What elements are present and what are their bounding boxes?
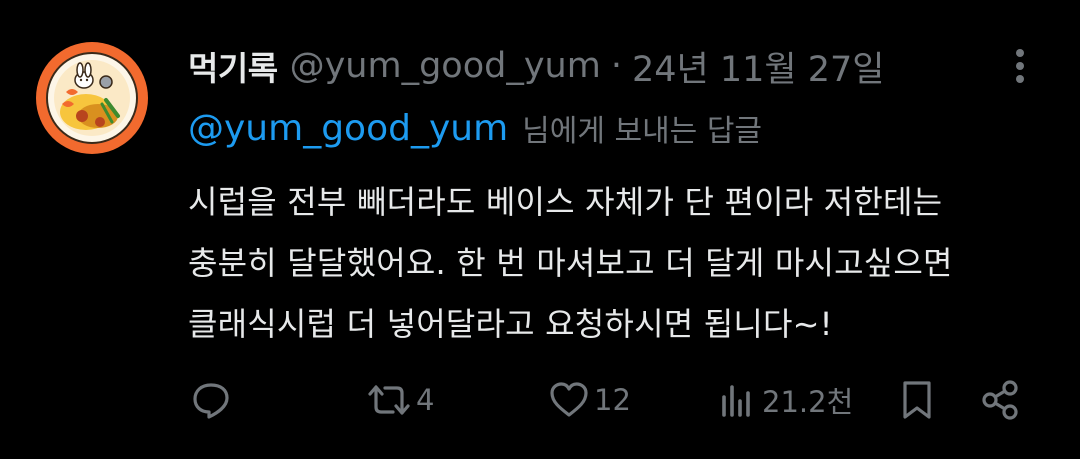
action-bar: 4 12 21.2천: [0, 372, 1080, 428]
user-handle[interactable]: @yum_good_yum: [290, 46, 601, 86]
tweet-header: 먹기록 @yum_good_yum · 24년 11월 27일: [188, 42, 884, 90]
more-vertical-icon: [1016, 49, 1024, 83]
reply-bubble-icon: [193, 383, 229, 419]
tweet-text-line: 충분히 달달했어요. 한 번 마셔보고 더 달게 마시고싶으면: [188, 244, 953, 282]
like-button[interactable]: 12: [548, 372, 631, 428]
retweet-count: 4: [416, 383, 435, 417]
food-plate-avatar-icon: [36, 42, 148, 154]
bookmark-button[interactable]: [896, 372, 938, 428]
separator-dot: ·: [610, 46, 622, 86]
like-count: 12: [594, 383, 631, 417]
share-button[interactable]: [978, 372, 1022, 428]
share-icon: [982, 380, 1018, 420]
retweet-button[interactable]: 4: [366, 372, 434, 428]
tweet-date[interactable]: 24년 11월 27일: [632, 41, 884, 92]
replying-to: @yum_good_yum 님에게 보내는 답글: [188, 104, 762, 152]
views-bar-icon: [722, 385, 750, 417]
views-count: 21.2천: [762, 385, 854, 419]
more-button[interactable]: [1006, 44, 1034, 88]
reply-to-label: 님에게 보내는 답글: [522, 114, 763, 149]
tweet-text: 시럽을 전부 빼더라도 베이스 자체가 단 편이라 저한테는 충분히 달달했어요…: [188, 172, 1068, 355]
reply-button[interactable]: [190, 372, 236, 428]
reply-to-mention[interactable]: @yum_good_yum: [188, 108, 508, 149]
bookmark-icon: [903, 381, 931, 419]
avatar[interactable]: [36, 42, 148, 154]
retweet-icon: [368, 385, 410, 415]
tweet-text-line: 시럽을 전부 빼더라도 베이스 자체가 단 편이라 저한테는: [188, 183, 943, 221]
display-name[interactable]: 먹기록: [188, 42, 278, 90]
views-button[interactable]: 21.2천: [718, 372, 853, 428]
tweet-text-line: 클래식시럽 더 넣어달라고 요청하시면 됩니다~!: [188, 305, 833, 343]
heart-icon: [550, 382, 588, 417]
